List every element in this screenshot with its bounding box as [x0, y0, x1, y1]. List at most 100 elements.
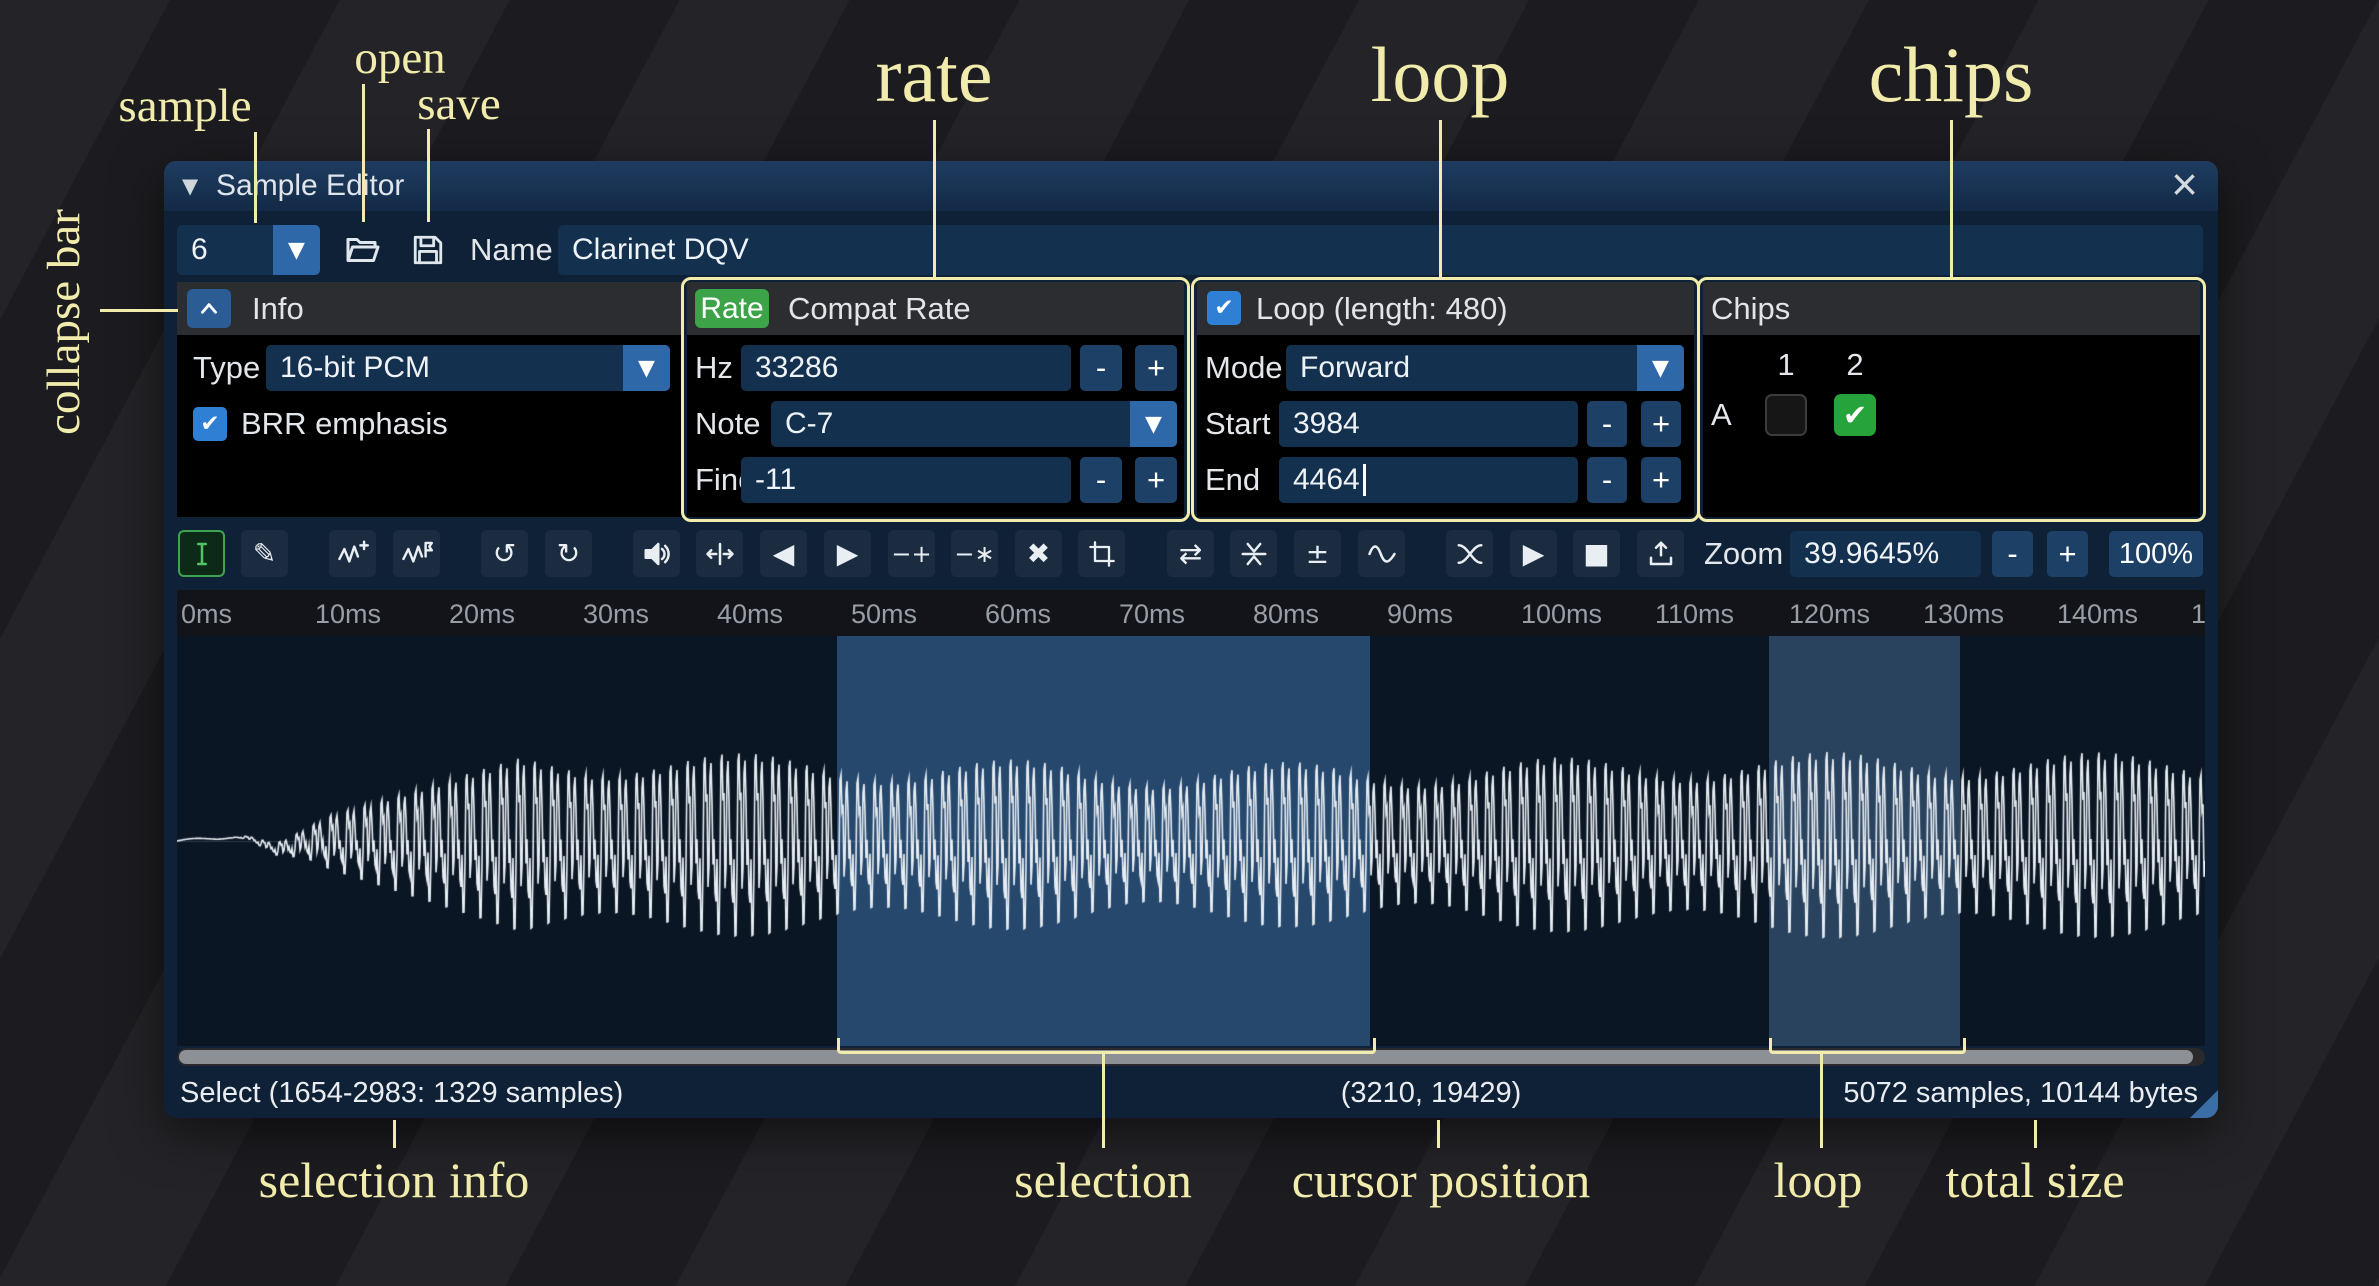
open-button[interactable]: [337, 225, 388, 275]
info-panel-header: Info: [177, 282, 684, 335]
trim-button[interactable]: [1078, 530, 1125, 577]
reverse-button[interactable]: ⇄: [1167, 530, 1214, 577]
upload-button[interactable]: [1637, 530, 1684, 577]
insert-silence-button[interactable]: −+: [888, 530, 935, 577]
timeline-label: 70ms: [1119, 599, 1185, 630]
note-dropdown[interactable]: C-7 ▼: [771, 401, 1177, 447]
waveform-area[interactable]: [177, 636, 2205, 1046]
normalize-icon: [705, 539, 735, 569]
annotation-line: [427, 129, 430, 222]
zoom-input-value: 39.9645%: [1804, 537, 1939, 571]
chevron-down-icon[interactable]: ▼: [1637, 345, 1684, 391]
annotation-line: [393, 1120, 396, 1148]
brr-emphasis-checkbox[interactable]: ✔: [193, 407, 227, 441]
hz-input[interactable]: 33286: [741, 345, 1071, 391]
save-icon: [411, 233, 445, 267]
sign-button[interactable]: ±: [1294, 530, 1341, 577]
apply-silence-button[interactable]: −∗: [951, 530, 998, 577]
check-icon: ✔: [1214, 295, 1233, 321]
play-button[interactable]: ▶: [1510, 530, 1557, 577]
name-input-value: Clarinet DQV: [572, 233, 749, 267]
delete-button[interactable]: ✖: [1015, 530, 1062, 577]
hz-minus-button[interactable]: -: [1080, 345, 1122, 391]
window-collapse-icon[interactable]: ▼: [182, 161, 198, 211]
annotation-cursor-position: cursor position: [1292, 1151, 1591, 1209]
text-caret: [1363, 464, 1366, 496]
name-input[interactable]: Clarinet DQV: [558, 225, 2203, 275]
chips-panel: Chips 1 2 A ✔: [1703, 282, 2200, 517]
annotation-line: [100, 309, 178, 312]
chevron-down-icon[interactable]: ▼: [273, 225, 320, 275]
save-button[interactable]: [402, 225, 453, 275]
loop-start-minus-button[interactable]: -: [1587, 401, 1627, 447]
timeline-label: 130ms: [1923, 599, 2004, 630]
ibeam-cursor-icon: [187, 539, 217, 569]
invert-button[interactable]: [1230, 530, 1277, 577]
resize-button[interactable]: [329, 530, 376, 577]
loop-end-input[interactable]: 4464: [1279, 457, 1578, 503]
fine-plus-button[interactable]: +: [1135, 457, 1177, 503]
sample-selector[interactable]: 6 ▼: [177, 225, 320, 275]
loop-panel-title: Loop (length: 480): [1256, 282, 1508, 335]
resize-grip[interactable]: [2190, 1090, 2218, 1118]
annotation-loop: loop: [1371, 30, 1510, 120]
zoom-input[interactable]: 39.9645%: [1790, 531, 1981, 577]
timeline-ruler[interactable]: 0ms10ms20ms30ms40ms50ms60ms70ms80ms90ms1…: [177, 590, 2205, 636]
chip-row-a-label: A: [1711, 394, 1732, 436]
filter-button[interactable]: [1358, 530, 1405, 577]
zoom-minus-button[interactable]: -: [1992, 531, 2033, 577]
chip-1-checkbox[interactable]: [1765, 394, 1807, 436]
resample-button[interactable]: [393, 530, 440, 577]
draw-tool-button[interactable]: ✎: [241, 530, 288, 577]
undo-button[interactable]: ↺: [481, 530, 528, 577]
close-icon[interactable]: ×: [2171, 161, 2198, 209]
loop-start-input[interactable]: 3984: [1279, 401, 1578, 447]
loop-mode-dropdown[interactable]: Forward ▼: [1286, 345, 1684, 391]
titlebar[interactable]: ▼ Sample Editor ×: [164, 161, 2218, 211]
stop-button[interactable]: ■: [1573, 530, 1620, 577]
type-dropdown[interactable]: 16-bit PCM ▼: [266, 345, 670, 391]
fine-minus-button[interactable]: -: [1080, 457, 1122, 503]
redo-button[interactable]: ↻: [545, 530, 592, 577]
loop-end-minus-button[interactable]: -: [1587, 457, 1627, 503]
zoom-plus-button[interactable]: +: [2047, 531, 2088, 577]
timeline-label: 60ms: [985, 599, 1051, 630]
chevron-up-icon: [196, 296, 222, 322]
fade-out-button[interactable]: ▶: [824, 530, 871, 577]
redo-icon: ↻: [557, 537, 580, 570]
rate-mode-button[interactable]: Rate: [695, 289, 769, 328]
timeline-label: 50ms: [851, 599, 917, 630]
annotation-line: [933, 120, 936, 277]
timeline-label: 80ms: [1253, 599, 1319, 630]
waveform-canvas[interactable]: [177, 636, 2205, 1046]
annotation-collapse-bar: collapse bar: [37, 209, 91, 435]
scrollbar-thumb[interactable]: [179, 1050, 2193, 1064]
chip-column-2-label: 2: [1834, 345, 1876, 385]
crossfade-button[interactable]: [1446, 530, 1493, 577]
insert-silence-icon: −+: [891, 540, 931, 568]
fine-input[interactable]: -11: [741, 457, 1071, 503]
collapse-bar-button[interactable]: [187, 289, 231, 328]
chip-2-checkbox[interactable]: ✔: [1834, 394, 1876, 436]
chevron-down-icon[interactable]: ▼: [623, 345, 670, 391]
play-icon: ▶: [1523, 537, 1545, 570]
normalize-button[interactable]: [696, 530, 743, 577]
chevron-down-icon[interactable]: ▼: [1130, 401, 1177, 447]
annotation-line: [1439, 120, 1442, 277]
horizontal-scrollbar[interactable]: [177, 1048, 2205, 1066]
select-tool-button[interactable]: [178, 530, 225, 577]
annotation-line: [254, 132, 257, 223]
mode-label: Mode: [1205, 345, 1283, 391]
check-icon: ✔: [200, 411, 219, 437]
fade-in-button[interactable]: ◀: [760, 530, 807, 577]
hz-plus-button[interactable]: +: [1135, 345, 1177, 391]
amplify-button[interactable]: [633, 530, 680, 577]
upload-icon: [1646, 539, 1676, 569]
loop-start-plus-button[interactable]: +: [1641, 401, 1681, 447]
zoom-reset-button[interactable]: 100%: [2109, 531, 2203, 577]
rate-panel: Rate Compat Rate Hz 33286 - + Note C-7 ▼…: [687, 282, 1184, 517]
loop-enable-checkbox[interactable]: ✔: [1207, 291, 1241, 325]
annotation-line: [362, 84, 365, 222]
annotation-rate: rate: [876, 30, 993, 120]
loop-end-plus-button[interactable]: +: [1641, 457, 1681, 503]
